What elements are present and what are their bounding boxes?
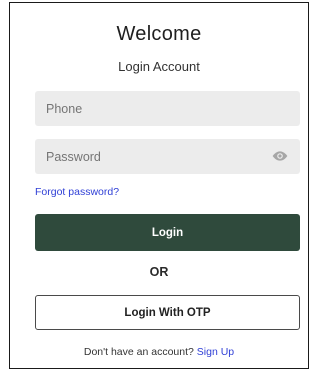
signup-prompt: Don't have an account?	[83, 346, 194, 358]
signup-row: Don't have an account? Sign Up	[10, 346, 308, 358]
password-input[interactable]	[35, 139, 300, 174]
page-title: Welcome	[116, 23, 202, 45]
login-button[interactable]: Login	[35, 214, 300, 251]
phone-input[interactable]	[35, 91, 300, 126]
eye-icon[interactable]	[272, 149, 288, 163]
page-subtitle: Login Account	[118, 59, 200, 74]
signup-link[interactable]: Sign Up	[197, 346, 234, 358]
forgot-password-link[interactable]: Forgot password?	[35, 186, 119, 198]
login-card: Welcome Login Account Forgot password? L…	[9, 2, 309, 369]
login-with-otp-button[interactable]: Login With OTP	[35, 295, 300, 330]
or-divider: OR	[149, 265, 169, 279]
